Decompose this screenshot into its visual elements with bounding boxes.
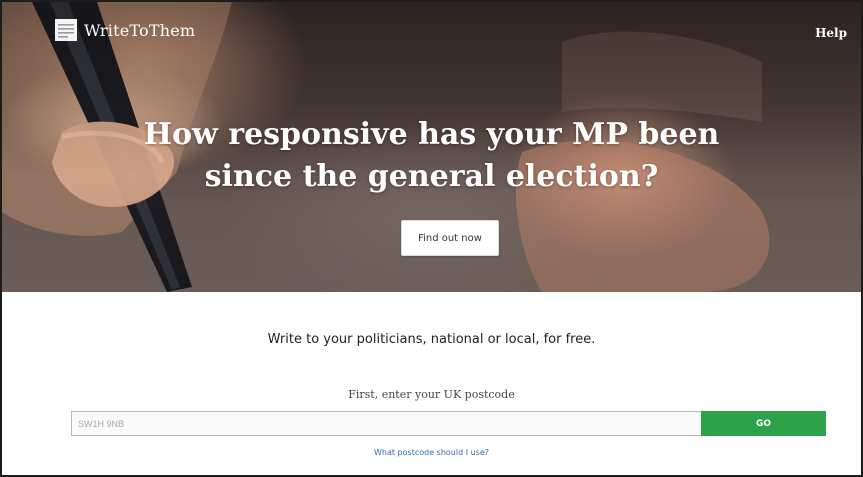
help-link[interactable]: Help (815, 26, 847, 40)
browser-frame: WriteToThem Help How responsive has your… (0, 0, 863, 477)
hero-banner: WriteToThem Help How responsive has your… (2, 2, 861, 292)
postcode-form: GO (71, 411, 826, 436)
find-out-now-button[interactable]: Find out now (401, 220, 499, 256)
go-button[interactable]: GO (701, 411, 826, 436)
hero-headline-line-1: How responsive has your MP been (143, 117, 720, 152)
logo-text: WriteToThem (84, 20, 196, 40)
postcode-input[interactable] (71, 411, 701, 436)
postcode-help-link[interactable]: What postcode should I use? (2, 448, 861, 457)
tagline: Write to your politicians, national or l… (267, 332, 596, 347)
postcode-label: First, enter your UK postcode (348, 388, 515, 401)
site-logo[interactable]: WriteToThem (54, 18, 195, 42)
hero-headline: How responsive has your MP been since th… (2, 114, 861, 198)
document-icon (55, 19, 77, 41)
hero-headline-line-2: since the general election? (204, 159, 659, 194)
